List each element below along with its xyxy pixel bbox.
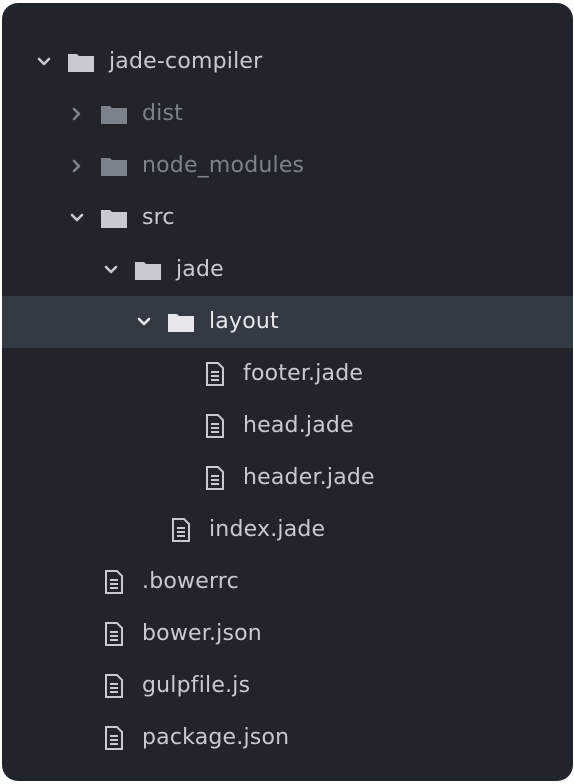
tree-item-label: layout [209, 309, 279, 334]
tree-item-layout[interactable]: layout [2, 296, 573, 348]
tree-item-bowerrc[interactable]: .bowerrc [2, 556, 573, 608]
tree-item-label: .bowerrc [142, 569, 239, 594]
tree-item-index-jade[interactable]: index.jade [2, 504, 573, 556]
tree-item-jade[interactable]: jade [2, 244, 573, 296]
chevron-down-icon[interactable] [66, 207, 88, 229]
tree-item-label: jade-compiler [109, 49, 263, 74]
file-icon [201, 360, 229, 388]
folder-icon [100, 152, 128, 180]
tree-item-label: header.jade [243, 465, 375, 490]
file-icon [100, 568, 128, 596]
file-tree: jade-compiler dist node_modules src jade… [2, 36, 573, 764]
folder-icon [134, 256, 162, 284]
tree-item-label: src [142, 205, 175, 230]
tree-item-jade-compiler[interactable]: jade-compiler [2, 36, 573, 88]
tree-item-package-json[interactable]: package.json [2, 712, 573, 764]
tree-item-head-jade[interactable]: head.jade [2, 400, 573, 452]
tree-item-src[interactable]: src [2, 192, 573, 244]
tree-item-label: jade [176, 257, 224, 282]
folder-icon [100, 100, 128, 128]
tree-item-label: package.json [142, 725, 290, 750]
tree-item-node-modules[interactable]: node_modules [2, 140, 573, 192]
tree-item-bower-json[interactable]: bower.json [2, 608, 573, 660]
file-icon [167, 516, 195, 544]
folder-icon [167, 308, 195, 336]
tree-item-gulpfile-js[interactable]: gulpfile.js [2, 660, 573, 712]
chevron-down-icon[interactable] [33, 51, 55, 73]
file-icon [201, 464, 229, 492]
file-icon [201, 412, 229, 440]
tree-item-footer-jade[interactable]: footer.jade [2, 348, 573, 400]
file-icon [100, 724, 128, 752]
tree-item-dist[interactable]: dist [2, 88, 573, 140]
tree-item-label: head.jade [243, 413, 354, 438]
tree-item-header-jade[interactable]: header.jade [2, 452, 573, 504]
folder-icon [67, 48, 95, 76]
file-tree-panel: jade-compiler dist node_modules src jade… [2, 3, 573, 781]
chevron-right-icon[interactable] [66, 155, 88, 177]
tree-item-label: dist [142, 101, 183, 126]
tree-item-label: footer.jade [243, 361, 364, 386]
tree-item-label: gulpfile.js [142, 673, 251, 698]
tree-item-label: index.jade [209, 517, 326, 542]
chevron-down-icon[interactable] [100, 259, 122, 281]
tree-item-label: node_modules [142, 153, 305, 178]
file-icon [100, 672, 128, 700]
folder-icon [100, 204, 128, 232]
chevron-down-icon[interactable] [133, 311, 155, 333]
tree-item-label: bower.json [142, 621, 262, 646]
chevron-right-icon[interactable] [66, 103, 88, 125]
file-icon [100, 620, 128, 648]
